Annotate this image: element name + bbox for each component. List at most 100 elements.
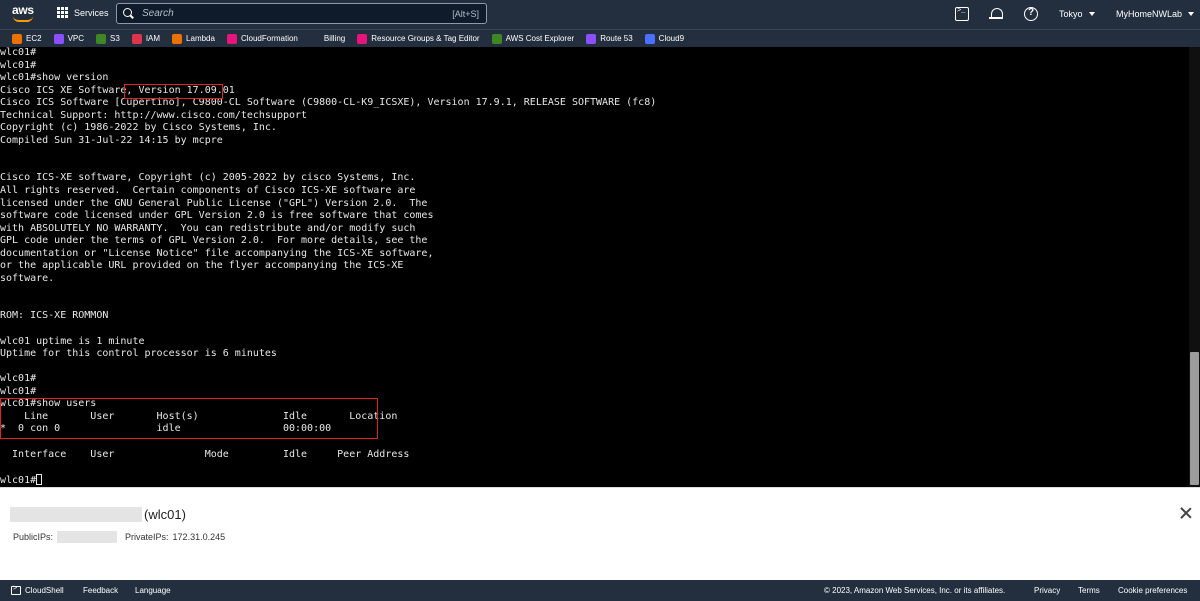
favorites-bar: EC2 VPC S3 IAM Lambda CloudFormation Billing Re… [0, 29, 1200, 47]
chevron-down-icon [1088, 12, 1095, 16]
terminal-line: Uptime for this control processor is 6 m… [0, 348, 656, 361]
favorite-label: Route 53 [600, 34, 633, 43]
privacy-link[interactable]: Privacy [1034, 586, 1060, 595]
terminal-line-text: documentation or "License Notice" file a… [0, 247, 434, 259]
terminal-line-text: wlc01# [0, 385, 37, 397]
language-link[interactable]: Language [135, 586, 171, 595]
copyright-text: © 2023, Amazon Web Services, Inc. or its… [824, 586, 1006, 595]
aws-smile-icon [13, 16, 33, 22]
favorite-cloud9[interactable]: Cloud9 [644, 33, 684, 44]
account-label: MyHomeNWLab [1116, 9, 1183, 19]
region-selector[interactable]: Tokyo [1059, 9, 1095, 19]
terminal-line: GPL code under the terms of GPL Version … [0, 235, 656, 248]
terminal-line-text: All rights reserved. Certain components … [0, 185, 416, 197]
cookie-preferences-link[interactable]: Cookie preferences [1118, 586, 1187, 595]
favorite-label: CloudFormation [240, 34, 298, 43]
notifications-bell-icon[interactable] [989, 7, 1003, 21]
favorite-label: IAM [145, 34, 161, 43]
search-icon [123, 8, 134, 19]
favorite-label: Billing [323, 34, 346, 43]
terminal-line-text: wlc01# [0, 59, 37, 71]
terminal-line: software code licensed under GPL Version… [0, 210, 656, 223]
terminal-line-text: Copyright (c) 1986-2022 by Cisco Systems… [0, 122, 277, 134]
instance-name: (wlc01) [144, 507, 186, 522]
vpc-icon [53, 33, 64, 44]
terminal-line: Copyright (c) 1986-2022 by Cisco Systems… [0, 122, 656, 135]
terminal-line: or the applicable URL provided on the fl… [0, 260, 656, 273]
favorite-route53[interactable]: Route 53 [586, 33, 633, 44]
terminal-line: Cisco ICS Software [Cupertino], C9800-CL… [0, 97, 656, 110]
terminal-line-text: wlc01#show version [0, 72, 109, 84]
favorite-s3[interactable]: S3 [96, 33, 120, 44]
grid-icon [57, 7, 68, 18]
terminal-cursor [36, 473, 43, 485]
terminal-line: Cisco ICS XE Software, Version 17.09.01 [0, 85, 656, 98]
search-input[interactable] [142, 8, 453, 19]
terminal-line-text: Cisco ICS-XE software, Copyright (c) 200… [0, 172, 416, 184]
version-highlight-box [124, 84, 223, 99]
public-ips-label: PublicIPs: [13, 532, 54, 542]
favorite-cost-explorer[interactable]: AWS Cost Explorer [491, 33, 574, 44]
terminal-line-text: Uptime for this control processor is 6 m… [0, 348, 277, 360]
top-navigation: aws Services [Alt+S] Tokyo MyHomeNWLab [0, 0, 1200, 29]
terminal-line: licensed under the GNU General Public Li… [0, 198, 656, 211]
terminal-line-text: wlc01# [0, 47, 37, 58]
console-footer: CloudShell Feedback Language © 2023, Ama… [0, 580, 1200, 601]
aws-logo[interactable]: aws [12, 4, 36, 24]
terminal-line: wlc01# [0, 473, 656, 487]
instance-title: (wlc01) [10, 507, 186, 522]
help-icon[interactable] [1024, 7, 1038, 21]
masked-public-ip [57, 531, 118, 543]
terms-link[interactable]: Terms [1078, 586, 1100, 595]
favorite-billing[interactable]: Billing [309, 33, 346, 44]
search-shortcut-hint: [Alt+S] [452, 8, 479, 19]
favorite-resource-groups[interactable]: Resource Groups & Tag Editor [357, 33, 480, 44]
services-menu-button[interactable]: Services [57, 7, 109, 18]
terminal-line-text: licensed under the GNU General Public Li… [0, 197, 428, 209]
services-label: Services [74, 7, 109, 18]
terminal-line-text: ROM: ICS-XE ROMMON [0, 310, 109, 322]
terminal-line-text: wlc01# [0, 474, 37, 486]
cloudformation-icon [226, 33, 237, 44]
cloudshell-icon[interactable] [955, 7, 969, 21]
billing-icon [309, 33, 320, 44]
close-icon[interactable] [1180, 507, 1192, 519]
lambda-icon [172, 33, 183, 44]
favorite-iam[interactable]: IAM [131, 33, 161, 44]
instance-ips: PublicIPs: PrivateIPs: 172.31.0.245 [13, 531, 225, 543]
terminal-line-text: Cisco ICS Software [Cupertino], C9800-CL… [0, 97, 657, 109]
region-label: Tokyo [1059, 9, 1083, 19]
chevron-down-icon [1188, 12, 1195, 16]
favorite-lambda[interactable]: Lambda [172, 33, 215, 44]
cloudshell-label: CloudShell [25, 586, 64, 595]
terminal-scrollbar-thumb[interactable] [1190, 352, 1199, 485]
terminal-line: All rights reserved. Certain components … [0, 185, 656, 198]
account-menu[interactable]: MyHomeNWLab [1116, 9, 1195, 19]
favorite-cloudformation[interactable]: CloudFormation [226, 33, 298, 44]
favorite-label: EC2 [26, 34, 42, 43]
terminal-line-text: software. [0, 272, 55, 284]
feedback-link[interactable]: Feedback [83, 586, 118, 595]
favorite-label: VPC [67, 34, 85, 43]
terminal-line: Interface User Mode Idle Peer Address [0, 449, 656, 462]
cloudshell-button[interactable]: CloudShell [11, 585, 64, 595]
terminal-line: wlc01# [0, 47, 656, 60]
favorite-vpc[interactable]: VPC [53, 33, 85, 44]
search-box[interactable]: [Alt+S] [116, 3, 487, 24]
terminal-line: wlc01# [0, 386, 656, 399]
iam-icon [131, 33, 142, 44]
favorite-label: Lambda [186, 34, 215, 43]
instance-info-panel: (wlc01) PublicIPs: PrivateIPs: 172.31.0.… [0, 487, 1200, 580]
terminal-window[interactable]: wlc01# wlc01# wlc01#show version Cisco ICS … [0, 47, 1200, 487]
terminal-line-text: or the applicable URL provided on the fl… [0, 260, 404, 272]
terminal-line: with ABSOLUTELY NO WARRANTY. You can red… [0, 223, 656, 236]
favorite-ec2[interactable]: EC2 [12, 33, 42, 44]
show-users-highlight-box [0, 398, 378, 439]
favorite-label: Resource Groups & Tag Editor [371, 34, 480, 43]
terminal-line: wlc01 uptime is 1 minute [0, 336, 656, 349]
